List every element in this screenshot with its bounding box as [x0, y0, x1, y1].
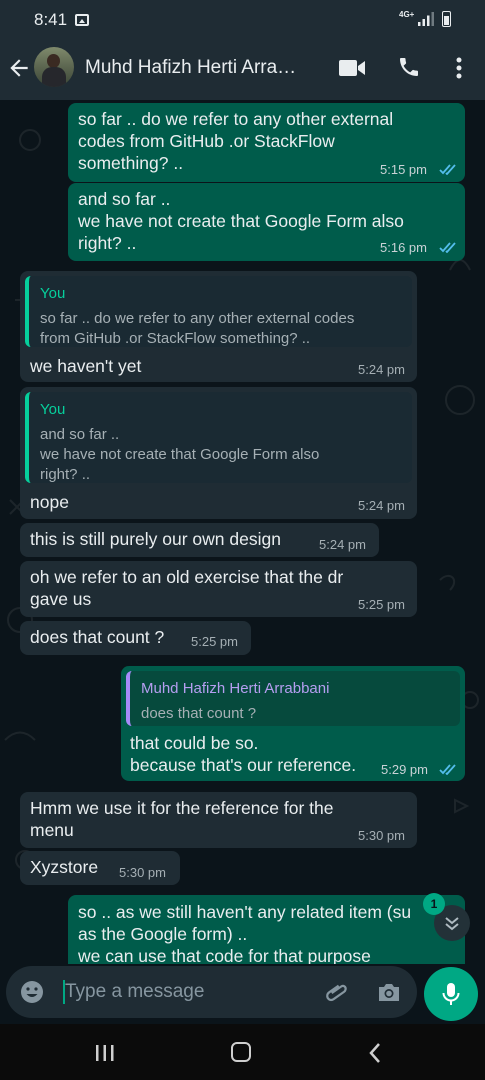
quoted-text: right? ..	[40, 466, 91, 483]
quoted-message[interactable]: You and so far .. we have not create tha…	[25, 392, 412, 483]
recent-apps-icon[interactable]	[94, 1044, 116, 1062]
battery-icon	[442, 11, 451, 27]
message-text: nope	[30, 492, 69, 512]
chat-area[interactable]: so far .. do we refer to any other exter…	[0, 100, 485, 964]
quoted-message[interactable]: You so far .. do we refer to any other e…	[25, 276, 412, 347]
quoted-sender: You	[40, 285, 66, 302]
message-text: and so far ..	[78, 189, 171, 209]
quoted-sender: You	[40, 401, 66, 418]
message-text: because that's our reference.	[130, 755, 357, 775]
message-text: this is still purely our own design	[30, 529, 281, 549]
contact-name[interactable]: Muhd Hafizh Herti Arra…	[85, 57, 296, 79]
message-incoming[interactable]: oh we refer to an old exercise that the …	[20, 561, 417, 617]
message-time: 5:25 pm	[358, 597, 405, 612]
back-arrow-icon[interactable]	[6, 55, 32, 81]
message-time: 5:29 pm	[381, 762, 428, 777]
message-outgoing[interactable]: so far .. do we refer to any other exter…	[68, 103, 465, 182]
emoji-icon[interactable]	[19, 979, 45, 1005]
video-call-icon[interactable]	[338, 57, 366, 79]
message-text: we have not create that Google Form also	[78, 211, 404, 231]
message-text: right? ..	[78, 233, 137, 253]
message-text: we haven't yet	[30, 356, 142, 376]
read-ticks-icon	[439, 164, 456, 175]
status-time: 8:41	[34, 10, 68, 29]
quoted-text: we have not create that Google Form also	[40, 446, 320, 463]
message-text: Xyzstore	[30, 857, 99, 877]
unread-badge: 1	[423, 893, 445, 915]
composer: Type a message	[0, 964, 485, 1024]
message-time: 5:24 pm	[358, 498, 405, 513]
message-text: so .. as we still haven't any related it…	[78, 902, 412, 922]
gallery-icon	[75, 14, 89, 26]
message-text: we can use that code for that purpose	[78, 946, 371, 964]
quoted-message[interactable]: Muhd Hafizh Herti Arrabbani does that co…	[126, 671, 460, 726]
message-text: oh we refer to an old exercise that the …	[30, 567, 344, 587]
read-ticks-icon	[439, 764, 456, 775]
read-ticks-icon	[439, 242, 456, 253]
message-text: does that count ?	[30, 627, 165, 647]
message-text: codes from GitHub .or StackFlow	[78, 131, 335, 151]
message-placeholder: Type a message	[65, 981, 205, 1002]
message-outgoing[interactable]: Muhd Hafizh Herti Arrabbani does that co…	[121, 666, 465, 781]
message-time: 5:25 pm	[191, 634, 238, 649]
message-incoming[interactable]: You and so far .. we have not create tha…	[20, 387, 417, 519]
mic-icon	[442, 983, 460, 1005]
quoted-text: so far .. do we refer to any other exter…	[40, 310, 355, 327]
message-outgoing[interactable]: so .. as we still haven't any related it…	[68, 895, 465, 964]
home-icon[interactable]	[231, 1042, 251, 1062]
back-icon[interactable]	[368, 1042, 382, 1064]
message-text: something? ..	[78, 153, 184, 173]
message-time: 5:24 pm	[358, 362, 405, 377]
message-text: gave us	[30, 589, 92, 609]
message-text: as the Google form) ..	[78, 924, 248, 944]
message-text: menu	[30, 820, 74, 840]
status-bar: 8:41 4G+	[0, 0, 485, 38]
system-nav-bar	[0, 1024, 485, 1080]
message-time: 5:30 pm	[358, 828, 405, 843]
phone-icon[interactable]	[397, 55, 421, 79]
message-text: that could be so.	[130, 733, 259, 753]
quoted-text: does that count ?	[141, 705, 257, 722]
message-incoming[interactable]: Xyzstore 5:30 pm	[20, 851, 180, 885]
voice-record-button[interactable]	[424, 967, 478, 1021]
attach-icon[interactable]	[324, 979, 350, 1005]
message-time: 5:30 pm	[119, 865, 166, 880]
network-type: 4G+	[399, 10, 415, 19]
message-incoming[interactable]: Hmm we use it for the reference for the …	[20, 792, 417, 848]
quoted-text: and so far ..	[40, 426, 120, 443]
more-vertical-icon[interactable]	[449, 55, 469, 81]
message-text: Hmm we use it for the reference for the	[30, 798, 334, 818]
message-time: 5:15 pm	[380, 162, 427, 177]
camera-icon[interactable]	[376, 979, 402, 1005]
message-incoming[interactable]: does that count ? 5:25 pm	[20, 621, 251, 655]
message-time: 5:24 pm	[319, 537, 366, 552]
message-text: so far .. do we refer to any other exter…	[78, 109, 394, 129]
message-time: 5:16 pm	[380, 240, 427, 255]
quoted-text: from GitHub .or StackFlow something? ..	[40, 330, 311, 347]
signal-icon	[418, 12, 434, 26]
chat-header: Muhd Hafizh Herti Arra…	[0, 38, 485, 100]
message-incoming[interactable]: this is still purely our own design 5:24…	[20, 523, 379, 557]
message-input[interactable]: Type a message	[6, 966, 417, 1018]
quoted-sender: Muhd Hafizh Herti Arrabbani	[141, 680, 330, 697]
avatar[interactable]	[34, 47, 74, 87]
message-outgoing[interactable]: and so far .. we have not create that Go…	[68, 183, 465, 261]
message-incoming[interactable]: You so far .. do we refer to any other e…	[20, 271, 417, 382]
